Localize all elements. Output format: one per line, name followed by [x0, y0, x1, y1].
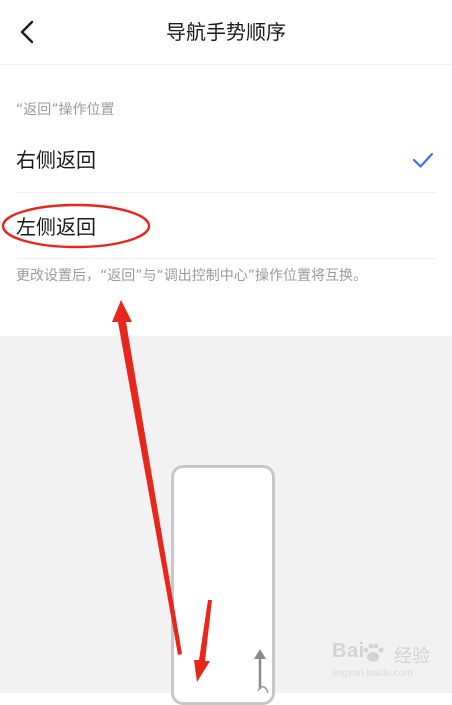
- divider: [16, 258, 436, 259]
- top-bar: 导航手势顺序: [0, 0, 452, 65]
- page-title: 导航手势顺序: [166, 20, 286, 44]
- option-left-back[interactable]: 左侧返回: [0, 195, 452, 259]
- watermark-cn: 经验: [394, 646, 430, 667]
- chevron-left-icon: [20, 20, 34, 44]
- section-label: “返回”操作位置: [16, 102, 115, 118]
- paw-logo-icon: [363, 643, 384, 662]
- checkmark-icon: [412, 152, 434, 168]
- swipe-up-arrow-icon: [254, 649, 269, 693]
- watermark-brand: Bai: [332, 640, 365, 662]
- option-right-back[interactable]: 右侧返回: [0, 128, 452, 193]
- settings-note: 更改设置后，“返回”与“调出控制中心”操作位置将互换。: [16, 268, 368, 284]
- divider: [16, 192, 436, 193]
- back-button[interactable]: [10, 14, 46, 50]
- option-right-back-label: 右侧返回: [16, 148, 96, 172]
- baidu-jingyan-watermark: Bai 经验 jingyan.baidu.com: [332, 640, 444, 684]
- option-left-back-label: 左侧返回: [16, 215, 96, 239]
- watermark-url: jingyan.baidu.com: [332, 668, 413, 679]
